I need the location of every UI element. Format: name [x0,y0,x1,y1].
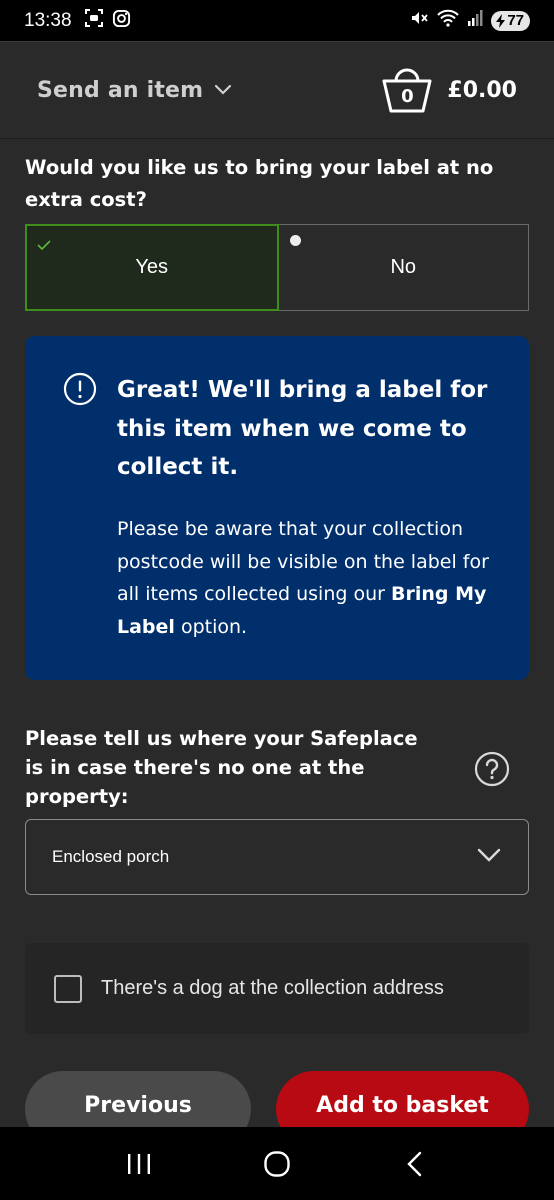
basket-button[interactable]: 0 £0.00 [381,64,517,116]
basket-total: £0.00 [447,77,517,103]
dog-option: There's a dog at the collection address [25,943,529,1034]
battery-level: 77 [507,12,524,29]
chevron-down-icon [476,847,502,867]
send-item-label: Send an item [37,77,204,103]
info-title: Great! We'll bring a label for this item… [117,377,488,480]
choice-no-label: No [390,256,417,278]
choice-no[interactable]: No [278,224,529,311]
basket-count: 0 [401,86,414,107]
label-question: Would you like us to bring your label at… [25,156,494,211]
status-time: 13:38 [24,9,72,31]
choice-yes[interactable]: Yes [25,224,279,311]
safeplace-selected-value: Enclosed porch [52,847,170,866]
info-panel: Great! We'll bring a label for this item… [25,336,529,680]
radio-icon [289,235,301,246]
home-icon[interactable] [247,1139,307,1189]
dog-checkbox-label[interactable]: There's a dog at the collection address [101,977,444,1000]
info-icon [63,372,97,410]
send-item-menu[interactable]: Send an item [37,78,233,103]
header-divider [0,138,554,139]
mute-icon [409,8,429,33]
wifi-icon [437,8,460,33]
check-icon [36,234,52,257]
info-body: Please be aware that your collection pos… [117,513,512,643]
screenshot-icon [84,8,104,33]
info-body-suffix: option. [174,615,248,638]
system-nav-bar [0,1127,554,1200]
battery-icon: 77 [491,10,530,31]
choice-yes-label: Yes [135,256,169,278]
back-icon[interactable] [385,1139,445,1189]
chevron-down-icon [213,81,233,100]
recent-apps-icon[interactable] [109,1139,169,1189]
safeplace-label: Please tell us where your Safeplace is i… [25,727,418,808]
status-bar: 13:38 77 [0,0,554,42]
label-choice-group: Yes No [25,224,529,311]
instagram-icon [112,9,131,33]
basket-icon: 0 [381,64,433,116]
signal-icon [467,9,483,32]
safeplace-select[interactable]: Enclosed porch [25,819,529,895]
dog-checkbox[interactable] [54,974,82,1003]
app-header: Send an item 0 £0.00 [0,42,554,138]
help-icon[interactable] [474,751,510,791]
